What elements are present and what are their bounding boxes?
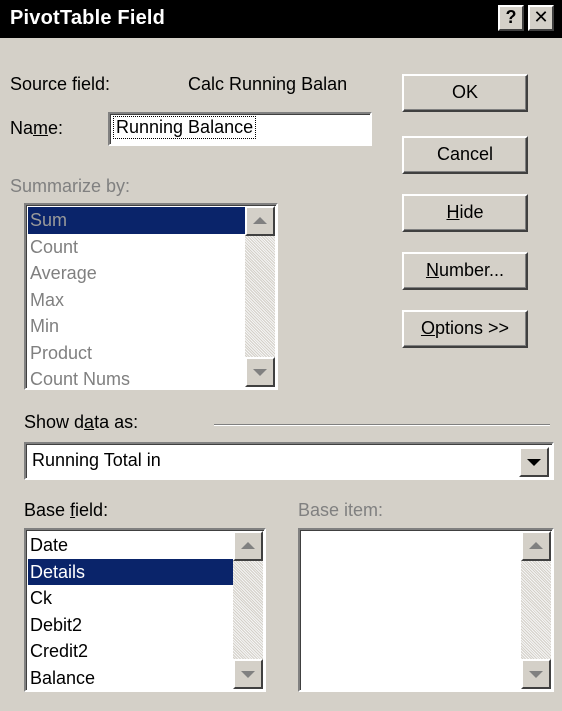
hide-button[interactable]: Hide	[402, 194, 528, 232]
base-field-item-balance[interactable]: Balance	[28, 665, 234, 692]
summarize-item-count-nums[interactable]: Count Nums	[28, 366, 246, 393]
base-field-item-credit2[interactable]: Credit2	[28, 638, 234, 665]
base-field-item-date[interactable]: Date	[28, 532, 234, 559]
dropdown-arrow-icon[interactable]	[519, 447, 549, 477]
source-field-value: Calc Running Balan	[188, 74, 348, 94]
down-arrow-icon[interactable]	[245, 357, 275, 387]
up-arrow-icon[interactable]	[233, 531, 263, 561]
down-arrow-icon[interactable]	[521, 659, 551, 689]
base-field-listbox[interactable]: Date Details Ck Debit2 Credit2 Balance	[24, 528, 266, 692]
summarize-item-max[interactable]: Max	[28, 287, 246, 314]
base-item-label: Base item:	[298, 500, 384, 520]
base-item-listbox[interactable]	[298, 528, 554, 692]
cancel-button[interactable]: Cancel	[402, 136, 528, 174]
pivottable-field-dialog: PivotTable Field ? ✕ Source field: Calc …	[0, 0, 562, 711]
down-arrow-icon[interactable]	[233, 659, 263, 689]
title-bar[interactable]: PivotTable Field ? ✕	[0, 0, 562, 38]
summarize-by-listbox[interactable]: Sum Count Average Max Min Product Count …	[24, 203, 278, 390]
up-arrow-icon[interactable]	[245, 206, 275, 236]
summarize-item-product[interactable]: Product	[28, 340, 246, 367]
summarize-by-label: Summarize by:	[10, 176, 131, 196]
base-field-item-details[interactable]: Details	[28, 558, 234, 585]
base-field-label: Base field:	[24, 500, 109, 520]
options-button[interactable]: Options >>	[402, 310, 528, 348]
show-data-as-dropdown[interactable]: Running Total in	[24, 442, 554, 480]
source-field-label: Source field:	[10, 74, 111, 94]
ok-button[interactable]: OK	[402, 74, 528, 112]
up-arrow-icon[interactable]	[521, 531, 551, 561]
base-field-scrollbar[interactable]	[233, 531, 263, 689]
separator-line	[214, 424, 550, 426]
name-input[interactable]: Running Balance	[108, 112, 372, 146]
show-data-as-label: Show data as:	[24, 412, 139, 432]
help-button[interactable]: ?	[498, 5, 524, 31]
show-data-as-value: Running Total in	[32, 450, 161, 470]
number-button[interactable]: Number...	[402, 252, 528, 290]
summarize-item-sum[interactable]: Sum	[28, 207, 246, 234]
summarize-item-average[interactable]: Average	[28, 260, 246, 287]
base-field-item-ck[interactable]: Ck	[28, 585, 234, 612]
summarize-item-min[interactable]: Min	[28, 313, 246, 340]
name-input-value: Running Balance	[112, 116, 257, 139]
close-button[interactable]: ✕	[528, 5, 554, 31]
window-title: PivotTable Field	[10, 7, 166, 29]
base-item-scrollbar[interactable]	[521, 531, 551, 689]
base-field-item-debit2[interactable]: Debit2	[28, 612, 234, 639]
name-label: Name:	[10, 118, 64, 138]
summarize-scrollbar[interactable]	[245, 206, 275, 387]
summarize-item-count[interactable]: Count	[28, 234, 246, 261]
